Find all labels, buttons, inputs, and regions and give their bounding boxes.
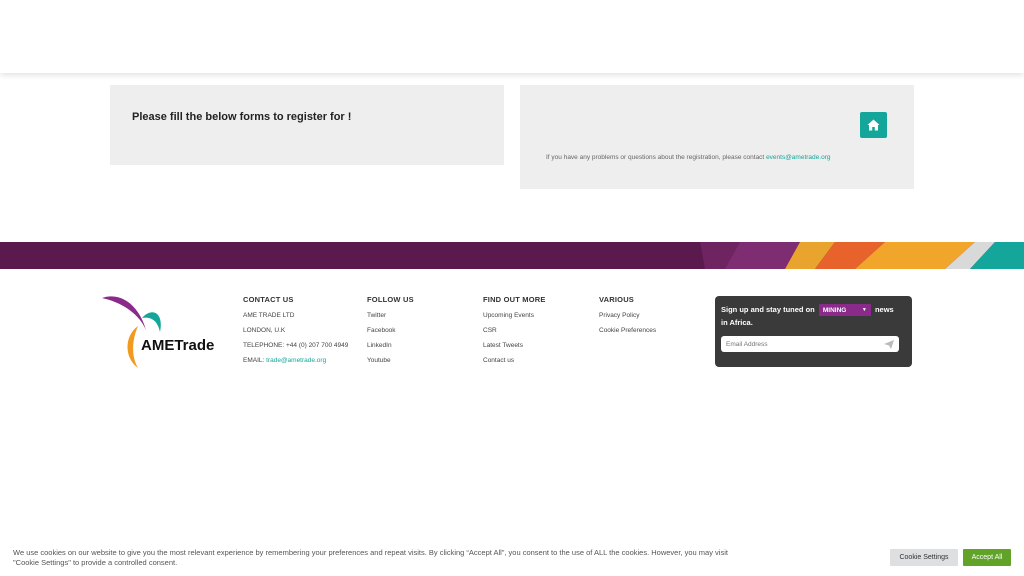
contact-us-link[interactable]: Contact us <box>483 357 546 372</box>
contact-city: LONDON, U.K <box>243 327 286 334</box>
various-column: VARIOUS Privacy Policy Cookie Preference… <box>599 295 656 342</box>
follow-facebook-link[interactable]: Facebook <box>367 327 414 342</box>
contact-email: EMAIL: trade@ametrade.org <box>243 357 348 372</box>
contact-company: AME TRADE LTD <box>243 312 295 319</box>
registration-help-text: If you have any problems or questions ab… <box>546 154 830 161</box>
logo-text: AMETrade <box>141 337 214 354</box>
signup-text-after: news <box>874 305 894 314</box>
home-icon <box>867 119 880 131</box>
events-email-link[interactable]: events@ametrade.org <box>766 154 830 161</box>
ametrade-logo[interactable]: AMETrade <box>98 292 228 372</box>
latest-tweets-link[interactable]: Latest Tweets <box>483 342 546 357</box>
help-text: If you have any problems or questions ab… <box>546 154 767 161</box>
contact-title: CONTACT US <box>243 295 294 304</box>
follow-twitter-link[interactable]: Twitter <box>367 312 414 327</box>
find-out-more-title: FIND OUT MORE <box>483 295 546 304</box>
registration-heading: Please fill the below forms to register … <box>132 111 352 123</box>
chevron-down-icon: ▼ <box>861 306 867 313</box>
home-button[interactable] <box>860 112 887 138</box>
decorative-color-band <box>0 242 1024 269</box>
signup-line-1: Sign up and stay tuned on MINING ▼ news <box>721 303 906 317</box>
upcoming-events-link[interactable]: Upcoming Events <box>483 312 546 327</box>
newsletter-email-input[interactable] <box>726 340 876 348</box>
signup-line-2: in Africa. <box>721 318 753 328</box>
sector-select[interactable]: MINING ▼ <box>818 304 871 317</box>
send-icon[interactable] <box>884 339 894 349</box>
newsletter-signup-box: Sign up and stay tuned on MINING ▼ news i… <box>715 296 912 367</box>
follow-title: FOLLOW US <box>367 295 414 304</box>
signup-text-before: Sign up and stay tuned on <box>721 305 815 314</box>
registration-info-panel: If you have any problems or questions ab… <box>520 85 914 189</box>
sector-select-value: MINING <box>822 306 847 314</box>
contact-email-label: EMAIL: <box>243 357 267 364</box>
newsletter-email-field <box>721 336 899 352</box>
cookie-preferences-link[interactable]: Cookie Preferences <box>599 327 656 342</box>
follow-column: FOLLOW US Twitter Facebook LinkedIn Yout… <box>367 295 414 372</box>
privacy-policy-link[interactable]: Privacy Policy <box>599 312 656 327</box>
contact-telephone: TELEPHONE: +44 (0) 207 700 4949 <box>243 342 349 349</box>
follow-youtube-link[interactable]: Youtube <box>367 357 414 372</box>
registration-form-panel: Please fill the below forms to register … <box>110 85 504 165</box>
ametrade-logo-mark: AMETrade <box>102 296 214 368</box>
contact-email-link[interactable]: trade@ametrade.org <box>266 357 326 364</box>
accept-all-button[interactable]: Accept All <box>963 549 1011 566</box>
cookie-banner: We use cookies on our website to give yo… <box>0 540 1024 576</box>
header-bar <box>0 0 1024 73</box>
various-title: VARIOUS <box>599 295 635 304</box>
follow-linkedin-link[interactable]: LinkedIn <box>367 342 414 357</box>
contact-column: CONTACT US AME TRADE LTD LONDON, U.K TEL… <box>243 295 348 372</box>
color-band-stripes <box>700 242 1024 269</box>
cookie-settings-button[interactable]: Cookie Settings <box>890 549 958 566</box>
cookie-message: We use cookies on our website to give yo… <box>13 548 728 567</box>
find-out-more-column: FIND OUT MORE Upcoming Events CSR Latest… <box>483 295 546 372</box>
csr-link[interactable]: CSR <box>483 327 546 342</box>
